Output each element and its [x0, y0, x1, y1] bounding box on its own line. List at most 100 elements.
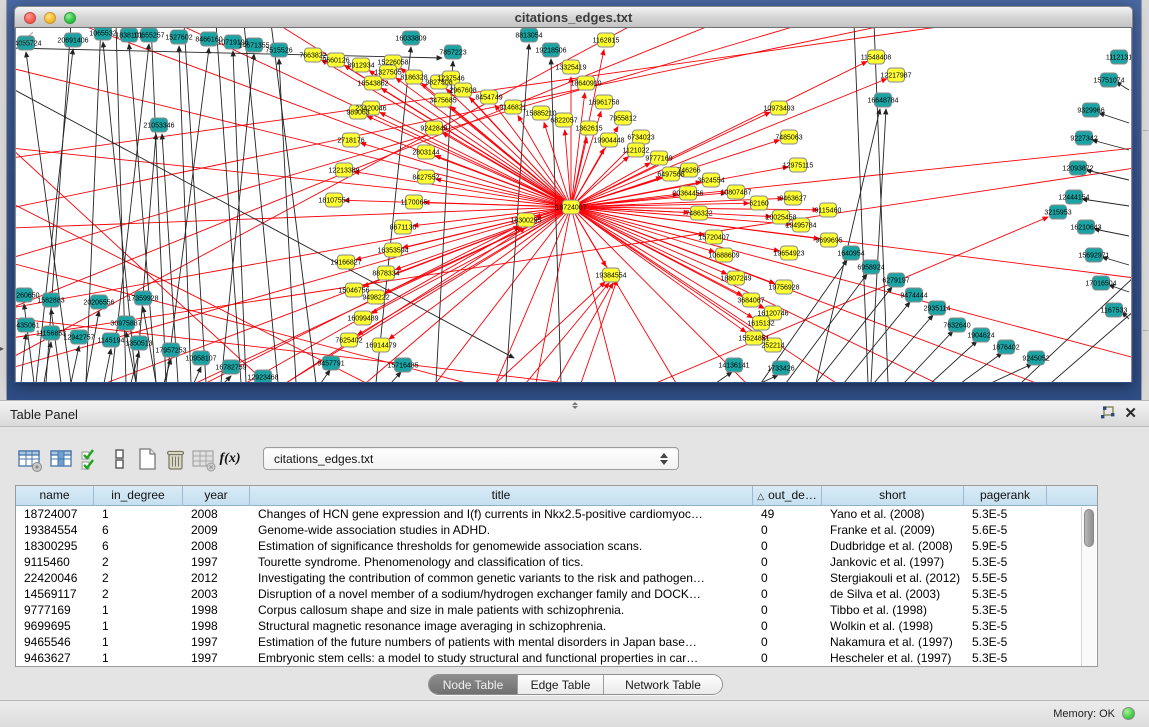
- close-panel-icon[interactable]: ✕: [1124, 406, 1137, 421]
- table-mode-button[interactable]: [16, 446, 44, 474]
- graph-node-label: 1733426: [767, 366, 794, 373]
- graph-node-label: 15751074: [1093, 78, 1124, 85]
- graph-node-label: 11156853: [36, 331, 66, 338]
- cell-short: Stergiakouli et al. (2012): [822, 570, 964, 586]
- scrollbar-thumb[interactable]: [1084, 509, 1094, 547]
- column-header-pagerank[interactable]: pagerank: [964, 486, 1047, 506]
- left-panel-gripper[interactable]: ▸: [0, 0, 7, 400]
- graph-node-label: 3684067: [737, 298, 764, 305]
- float-panel-icon[interactable]: [1100, 406, 1115, 421]
- cell-out_de: 0: [753, 634, 822, 650]
- select-visible-columns-button[interactable]: [78, 446, 106, 474]
- tab-edge-table[interactable]: Edge Table: [518, 675, 604, 695]
- graph-node-label: 1112131: [1106, 55, 1132, 62]
- cell-name: 18724007: [16, 506, 94, 522]
- graph-node-label: 16120746: [757, 311, 788, 318]
- tab-network-table[interactable]: Network Table: [604, 675, 722, 695]
- cell-title: Estimation of the future numbers of pati…: [250, 634, 753, 650]
- expand-left-panel-icon[interactable]: ▸: [0, 344, 4, 353]
- graph-node-label: 8912934: [347, 63, 374, 70]
- graph-node-label: 16099489: [347, 316, 378, 323]
- graph-node-label: 1876402: [992, 345, 1019, 352]
- dropdown-arrows-icon: [660, 452, 668, 466]
- window-titlebar[interactable]: citations_edges.txt: [14, 6, 1133, 28]
- graph-node-label: 1435061: [16, 323, 40, 330]
- sort-ascending-icon: △: [757, 491, 764, 501]
- select-visible-columns-icon: [78, 446, 104, 472]
- cell-name: 22420046: [16, 570, 94, 586]
- graph-node-label: 12975115: [783, 163, 814, 170]
- column-header-title[interactable]: title: [250, 486, 753, 506]
- cell-pagerank: 5.9E-5: [964, 538, 1047, 554]
- row-height-button[interactable]: [106, 446, 134, 474]
- graph-node-label: 2718176: [337, 138, 364, 145]
- table-scrollbar[interactable]: [1081, 507, 1096, 666]
- cell-name: 9777169: [16, 602, 94, 618]
- graph-node-label: 7625402: [335, 338, 362, 345]
- table-selector-dropdown[interactable]: citations_edges.txt: [263, 447, 679, 470]
- citation-network-graph[interactable]: 1872400776638229660126891293415226058132…: [16, 28, 1132, 382]
- table-row[interactable]: 969969511998Structural magnetic resonanc…: [16, 618, 1097, 634]
- table-row[interactable]: 946554611997Estimation of the future num…: [16, 634, 1097, 650]
- table-row[interactable]: 1872400712008Changes of HCN gene express…: [16, 506, 1097, 522]
- column-header-name[interactable]: name: [16, 486, 94, 506]
- network-window[interactable]: citations_edges.txt 18724007766382296601…: [14, 6, 1133, 383]
- function-builder-button[interactable]: f(x): [216, 446, 244, 474]
- column-header-out_de[interactable]: △out_de…: [753, 486, 822, 506]
- cell-year: 2008: [183, 506, 250, 522]
- table-row[interactable]: 2242004622012Investigating the contribut…: [16, 570, 1097, 586]
- graph-node-label: 17957253: [155, 348, 186, 355]
- column-header-in_degree[interactable]: in_degree: [94, 486, 183, 506]
- graph-node-label: 2935114: [924, 306, 951, 313]
- graph-node-label: 20206556: [83, 300, 114, 307]
- graph-node-label: 7486322: [685, 211, 712, 218]
- graph-node-label: 18300295: [510, 218, 541, 225]
- graph-node-label: 15885210: [525, 111, 556, 118]
- graph-node-label: 16210643: [1070, 225, 1101, 232]
- graph-node-label: 10958107: [185, 356, 216, 363]
- create-column-icon: [134, 446, 160, 472]
- cell-name: 9115460: [16, 554, 94, 570]
- graph-node-label: 10688609: [708, 253, 739, 260]
- table-row[interactable]: 1830029562008Estimation of significance …: [16, 538, 1097, 554]
- table-row[interactable]: 1938455462009Genome-wide association stu…: [16, 522, 1097, 538]
- cell-short: Hescheler et al. (1997): [822, 650, 964, 666]
- cell-in_degree: 6: [94, 522, 183, 538]
- table-row[interactable]: 946362711997Embryonic stem cells: a mode…: [16, 650, 1097, 666]
- graph-node-label: 16543862: [357, 81, 388, 88]
- table-panel-header[interactable]: Table Panel ✕: [0, 400, 1149, 427]
- cell-short: Tibbo et al. (1998): [822, 602, 964, 618]
- graph-node-label: 30975887: [110, 321, 141, 328]
- table-mode-icon: [16, 446, 42, 472]
- show-columns-button[interactable]: [48, 446, 76, 474]
- cell-pagerank: 5.3E-5: [964, 506, 1047, 522]
- cell-out_de: 0: [753, 554, 822, 570]
- create-column-button[interactable]: [134, 446, 162, 474]
- cell-year: 1997: [183, 554, 250, 570]
- graph-node-label: 10655257: [133, 33, 164, 40]
- tab-node-table[interactable]: Node Table: [429, 675, 518, 695]
- table-panel: Table Panel ✕ f(x) citations_edges.txt n…: [0, 400, 1149, 700]
- table-row[interactable]: 1456911722003Disruption of a novel membe…: [16, 586, 1097, 602]
- import-table-button[interactable]: [190, 446, 218, 474]
- node-table[interactable]: namein_degreeyeartitle△out_de…shortpager…: [15, 485, 1098, 667]
- graph-node-label: 10807487: [720, 190, 751, 197]
- table-row[interactable]: 911546021997Tourette syndrome. Phenomeno…: [16, 554, 1097, 570]
- delete-columns-button[interactable]: [162, 446, 190, 474]
- table-tabs: Node TableEdge TableNetwork Table: [428, 674, 723, 695]
- graph-node-label: 7485063: [775, 135, 802, 142]
- graph-node-label: 19218506: [535, 48, 566, 55]
- right-panel-gripper[interactable]: [1141, 0, 1149, 400]
- column-header-short[interactable]: short: [822, 486, 964, 506]
- panel-splitter-handle[interactable]: [570, 402, 580, 409]
- graph-node-label: 10973493: [763, 106, 794, 113]
- graph-node-label: 17016504: [1085, 281, 1116, 288]
- row-height-icon: [106, 446, 132, 472]
- table-row[interactable]: 977716911998Corpus callosum shape and si…: [16, 602, 1097, 618]
- column-header-year[interactable]: year: [183, 486, 250, 506]
- graph-node-label: 20364456: [672, 191, 703, 198]
- cell-pagerank: 5.3E-5: [964, 586, 1047, 602]
- cell-in_degree: 1: [94, 618, 183, 634]
- resize-grip-icon[interactable]: [16, 28, 34, 46]
- network-canvas[interactable]: 1872400776638229660126891293415226058132…: [15, 28, 1132, 382]
